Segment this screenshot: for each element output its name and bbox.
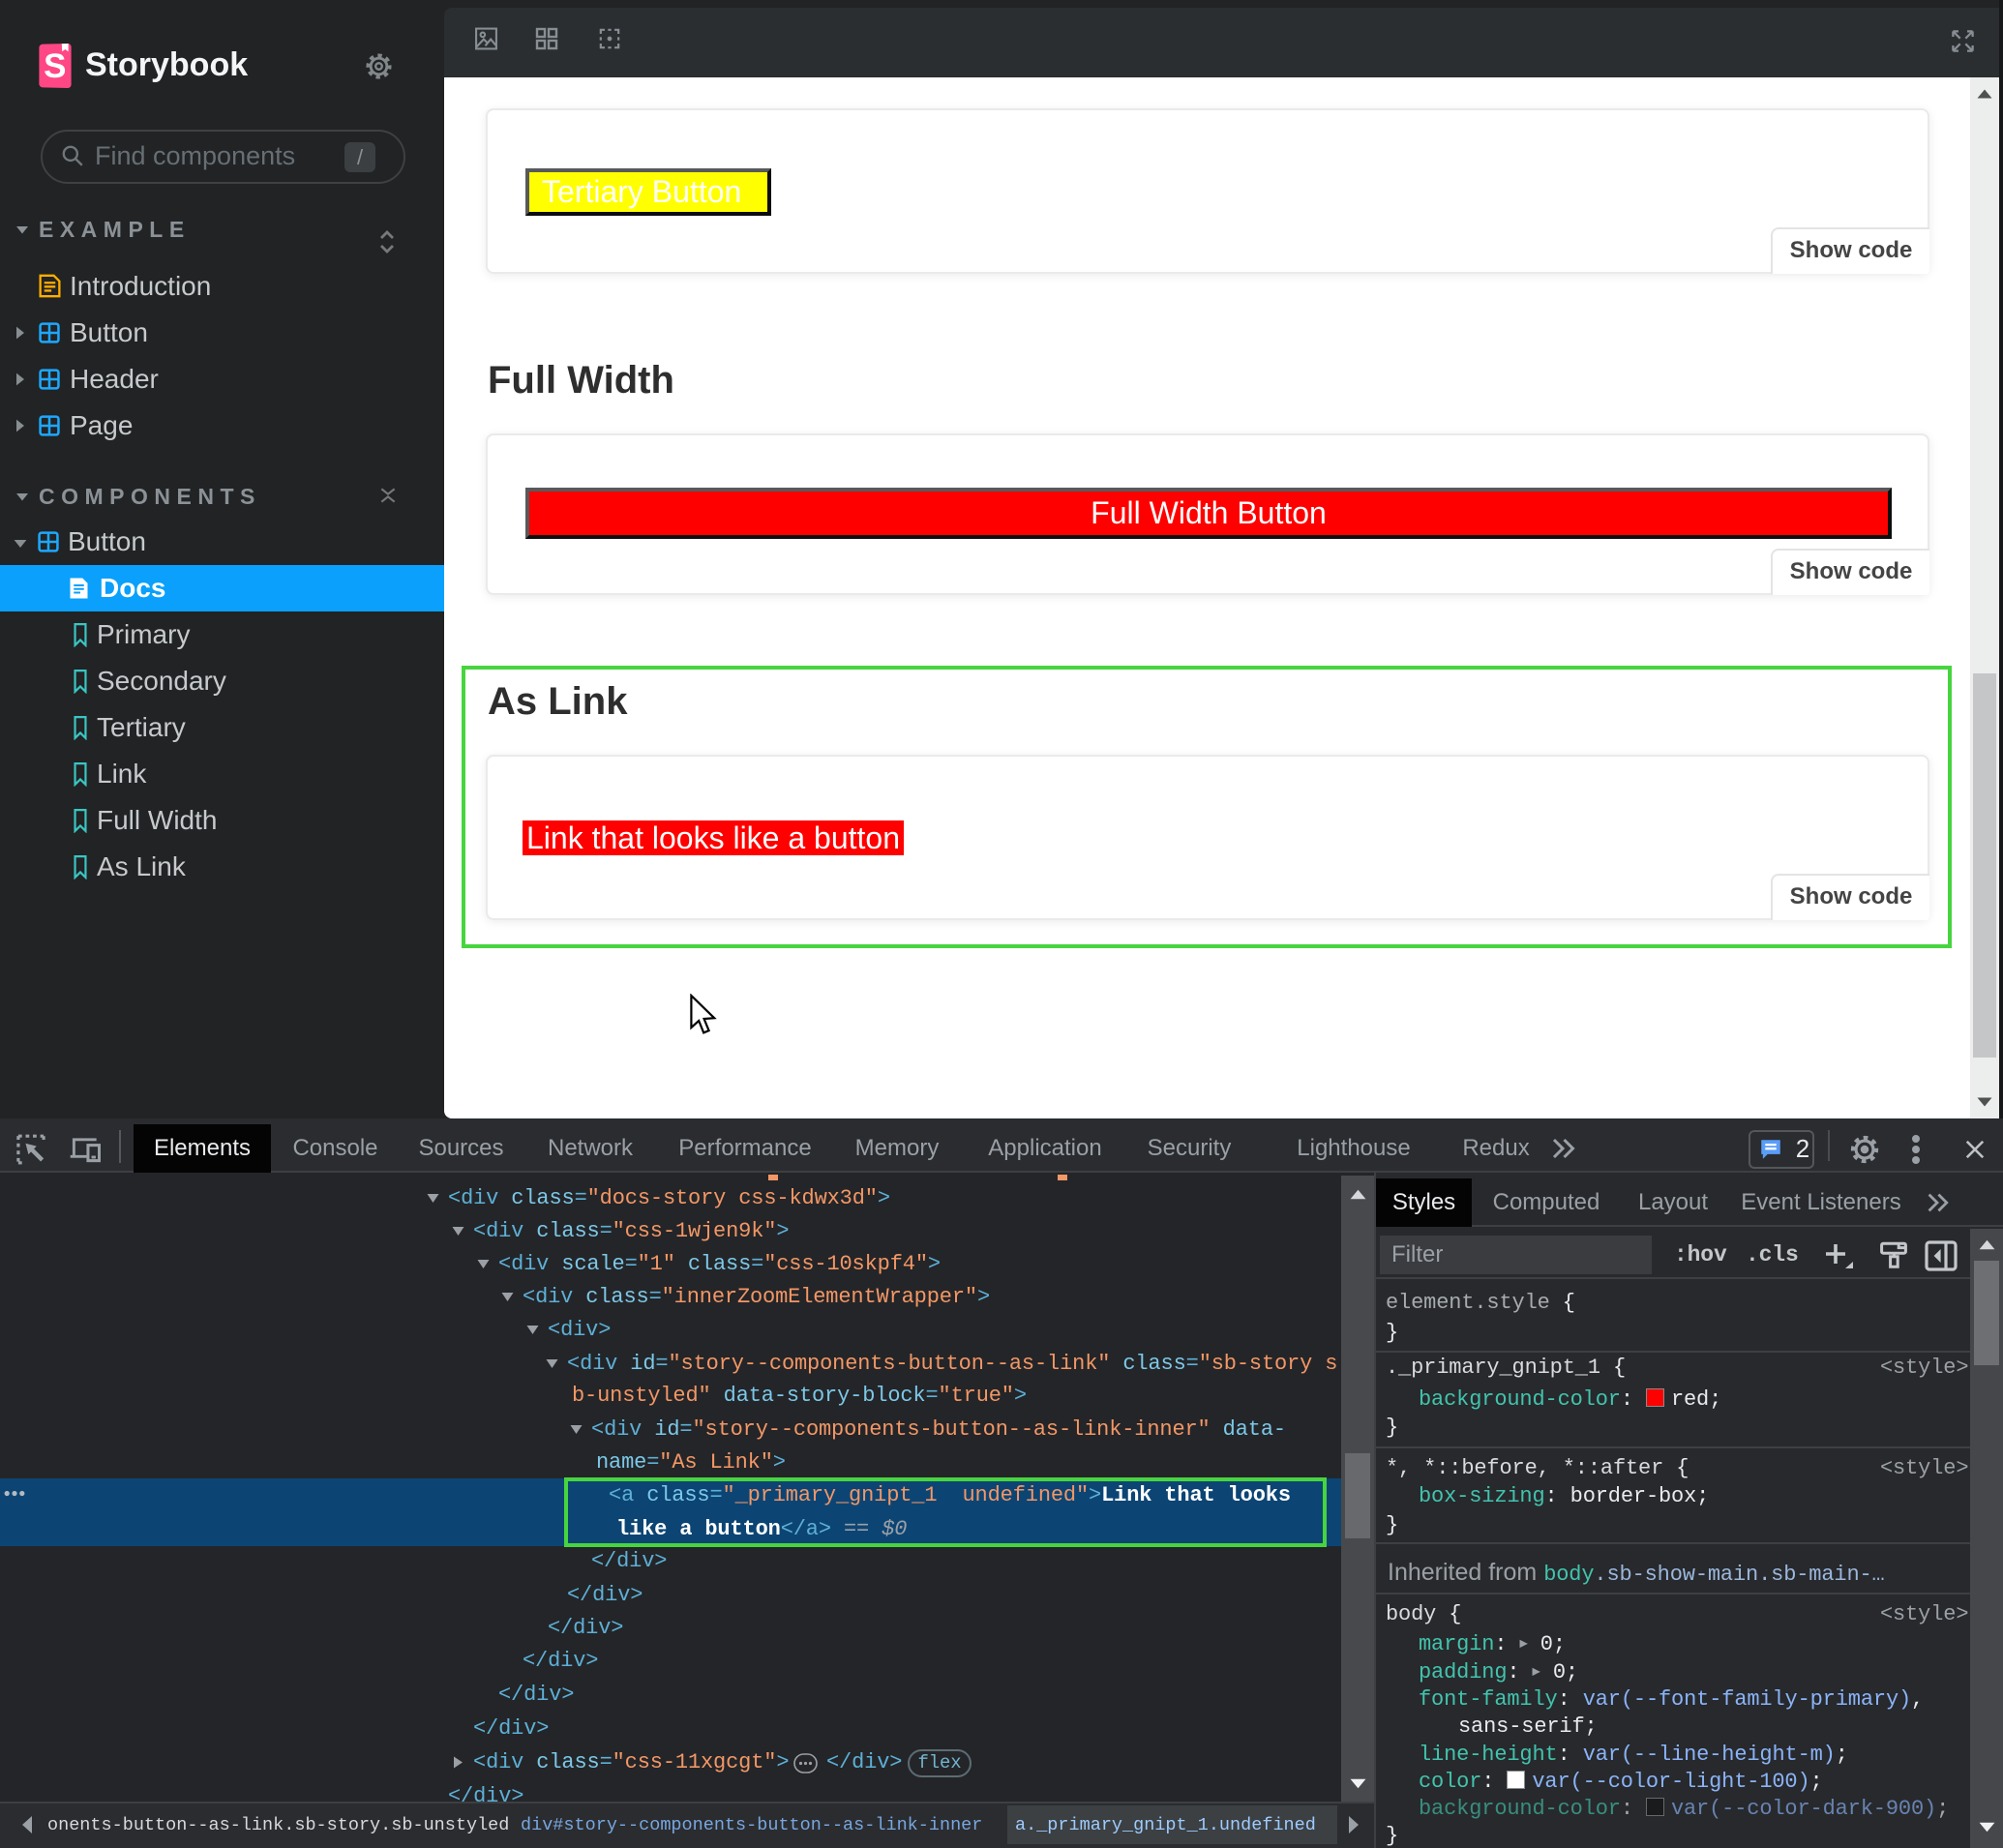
- svg-text:S: S: [44, 47, 66, 85]
